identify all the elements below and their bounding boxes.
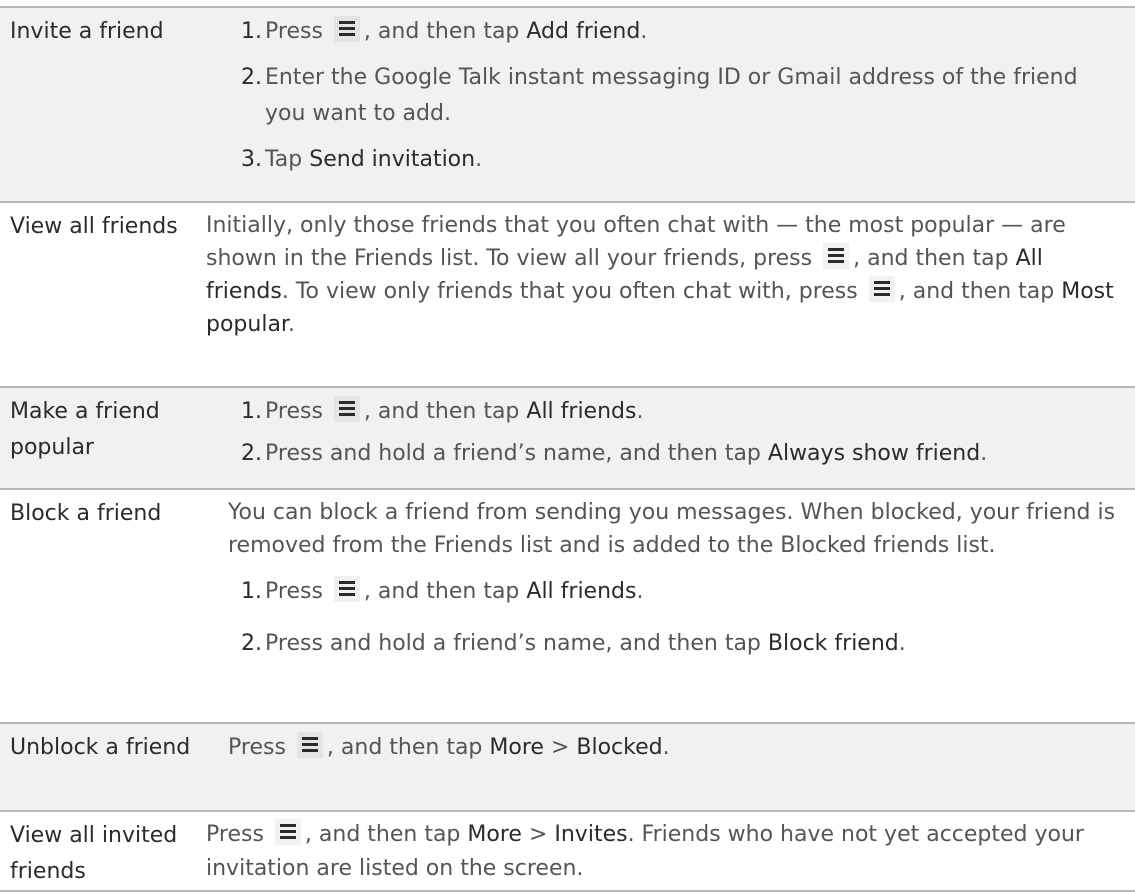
ui-term: Add friend [526, 19, 641, 44]
step-text: Press [265, 19, 323, 44]
step-number: 1. [241, 19, 262, 44]
steps-list: 1. Press , and then tap Add friend. 2. E… [206, 14, 1121, 178]
menu-icon [333, 396, 360, 422]
row-invite-a-friend: Invite a friend 1. Press , and then tap … [0, 6, 1135, 214]
row-label: Make a friend popular [10, 399, 160, 460]
step-text: Press and hold a friend’s name, and then… [265, 631, 761, 656]
row-paragraph: Press , and then tap More > Blocked. [206, 730, 1121, 766]
row-label: Block a friend [10, 501, 162, 526]
step-number: 1. [241, 399, 262, 424]
step-number: 2. [241, 631, 262, 656]
step-text: . [636, 399, 644, 424]
step-text: . [475, 147, 483, 172]
menu-icon [333, 576, 360, 602]
step-text: Press and hold a friend’s name, and then… [265, 441, 761, 466]
row-content: 1. Press , and then tap Add friend. 2. E… [206, 14, 1121, 188]
menu-icon [333, 16, 360, 42]
steps-list: 1. Press , and then tap All friends. 2. … [206, 394, 1121, 472]
paragraph-text: , and then tap [853, 246, 1009, 271]
menu-icon [274, 819, 301, 845]
ui-term: Blocked [576, 735, 663, 760]
ui-term: Always show friend [767, 441, 981, 466]
step-item: 1. Press , and then tap Add friend. [206, 14, 1121, 50]
step-text: , and then tap [363, 579, 520, 604]
paragraph-text: , and then tap [304, 822, 461, 847]
ui-term: All friends [526, 399, 637, 424]
row-paragraph: Initially, only those friends that you o… [206, 209, 1121, 341]
row-view-all-friends: View all friends Initially, only those f… [0, 201, 1135, 386]
paragraph-text: Press [206, 822, 264, 847]
row-paragraph: You can block a friend from sending you … [228, 500, 1116, 558]
step-item: 2. Enter the Google Talk instant messagi… [206, 60, 1121, 132]
row-label: View all invited friends [10, 823, 178, 884]
step-item: 2. Press and hold a friend’s name, and t… [206, 436, 1121, 472]
row-view-all-invited-friends: View all invited friends Press , and the… [0, 810, 1135, 892]
row-block-a-friend: Block a friend You can block a friend fr… [0, 488, 1135, 722]
step-text: . [636, 579, 644, 604]
step-item: 1. Press , and then tap All friends. [206, 394, 1121, 430]
step-number: 2. [241, 65, 262, 90]
step-item: 2. Press and hold a friend’s name, and t… [206, 626, 1121, 662]
row-label: Invite a friend [10, 19, 164, 44]
menu-separator: > [550, 735, 570, 760]
row-unblock-a-friend: Unblock a friend Press , and then tap Mo… [0, 722, 1135, 810]
menu-icon [296, 732, 323, 758]
step-text: . [898, 631, 906, 656]
row-paragraph: Press , and then tap More > Invites. Fri… [206, 818, 1121, 886]
paragraph-text: , and then tap [326, 735, 483, 760]
step-text: . [980, 441, 988, 466]
ui-term: More [467, 822, 522, 847]
row-label: View all friends [10, 214, 178, 239]
row-content: Press , and then tap More > Blocked. [206, 730, 1121, 766]
step-text: Press [265, 399, 323, 424]
paragraph-text: , and then tap [898, 279, 1055, 304]
menu-icon [868, 276, 895, 302]
step-text: , and then tap [363, 19, 520, 44]
menu-separator: > [528, 822, 548, 847]
paragraph-text: . [662, 735, 670, 760]
row-content: Press , and then tap More > Invites. Fri… [206, 818, 1121, 886]
row-label: Unblock a friend [10, 735, 191, 760]
row-content: You can block a friend from sending you … [206, 496, 1121, 672]
step-text: , and then tap [363, 399, 520, 424]
step-number: 3. [241, 147, 262, 172]
paragraph-text: Press [228, 735, 286, 760]
paragraph-text: . To view only friends that you often ch… [281, 279, 858, 304]
step-text: . [640, 19, 648, 44]
document-table: Invite a friend 1. Press , and then tap … [0, 0, 1135, 892]
step-number: 2. [241, 441, 262, 466]
ui-term: Invites [554, 822, 628, 847]
menu-icon [823, 243, 850, 269]
ui-term: All friends [526, 579, 637, 604]
ui-term: More [489, 735, 544, 760]
row-make-a-friend-popular: Make a friend popular 1. Press , and the… [0, 386, 1135, 488]
steps-list: 1. Press , and then tap All friends. 2. … [206, 574, 1121, 662]
row-content: Initially, only those friends that you o… [206, 209, 1121, 341]
step-item: 1. Press , and then tap All friends. [206, 574, 1121, 610]
step-text: Enter the Google Talk instant messaging … [265, 65, 1078, 126]
step-number: 1. [241, 579, 262, 604]
paragraph-text: . [287, 312, 295, 337]
ui-term: Block friend [767, 631, 899, 656]
step-item: 3. Tap Send invitation. [206, 142, 1121, 178]
step-text: Tap [265, 147, 303, 172]
row-content: 1. Press , and then tap All friends. 2. … [206, 394, 1121, 482]
ui-term: Send invitation [309, 147, 476, 172]
step-text: Press [265, 579, 323, 604]
